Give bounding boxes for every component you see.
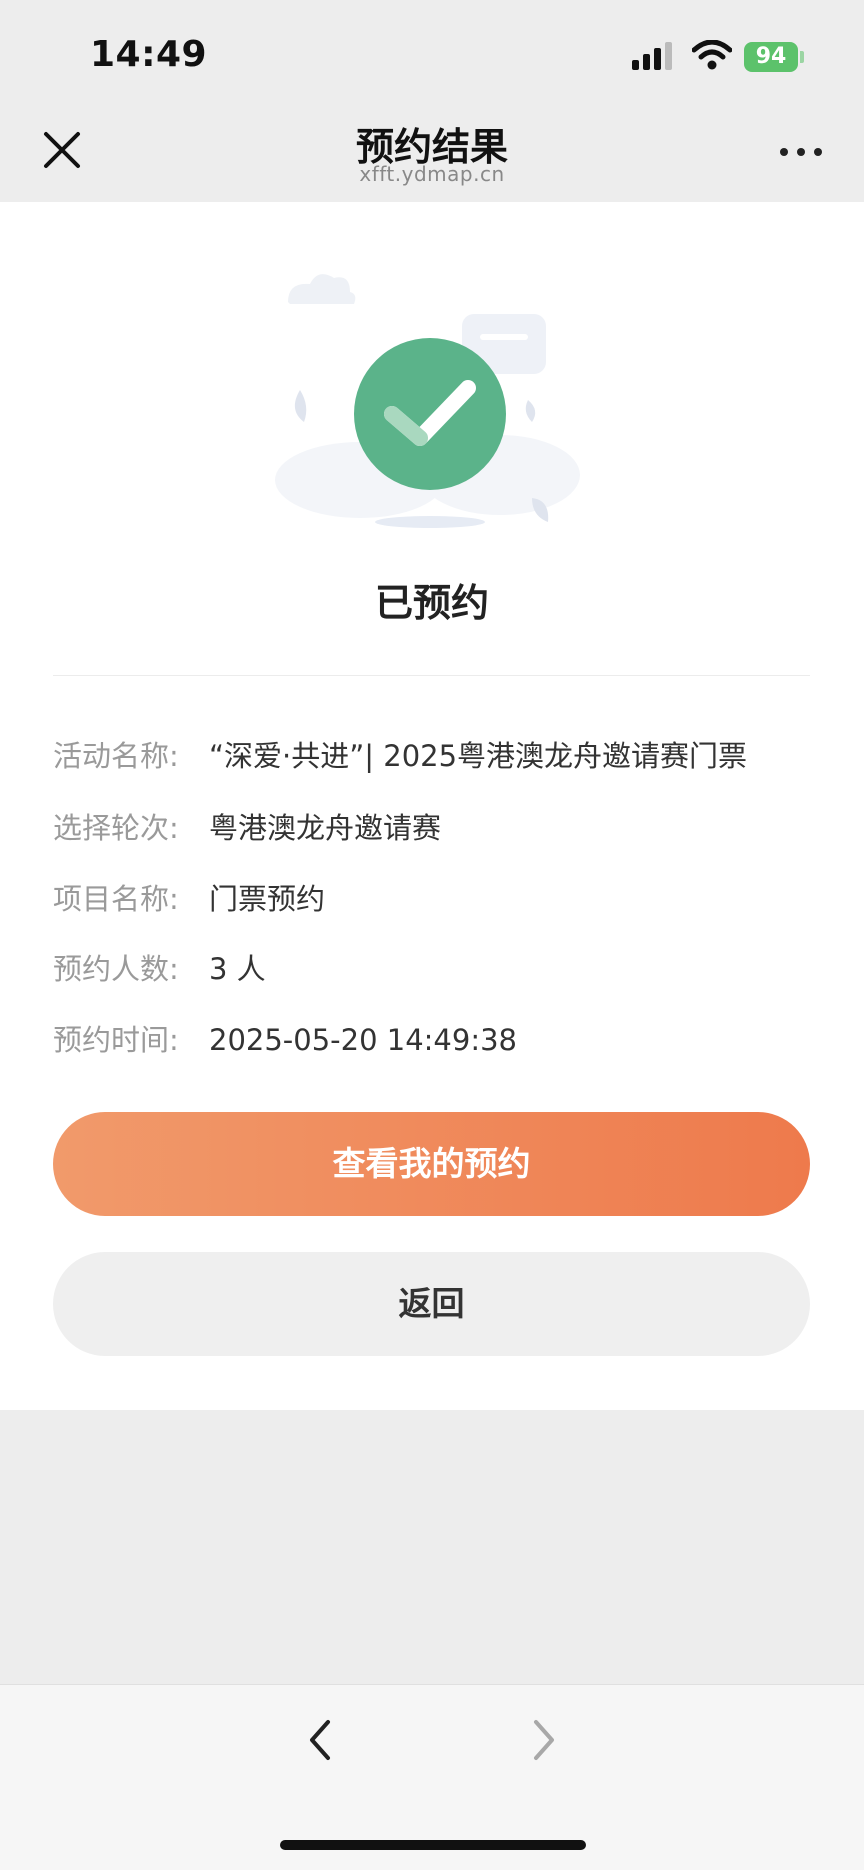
chevron-right-icon[interactable] [526, 1716, 562, 1764]
success-illustration-icon [275, 274, 580, 528]
detail-value: 3 人 [209, 952, 266, 986]
battery-cap [800, 51, 804, 63]
view-my-reservations-button[interactable]: 查看我的预约 [53, 1112, 810, 1216]
back-button[interactable]: 返回 [53, 1252, 810, 1356]
detail-label: 活动名称: [53, 739, 179, 773]
page-domain: xfft.ydmap.cn [359, 162, 505, 186]
battery-level: 94 [744, 42, 798, 72]
detail-label: 项目名称: [53, 882, 179, 916]
detail-label: 预约时间: [53, 1023, 179, 1057]
detail-row-round: 选择轮次: 粤港澳龙舟邀请赛 [53, 805, 441, 847]
reservation-status: 已预约 [374, 581, 489, 625]
detail-row-time: 预约时间: 2025-05-20 14:49:38 [53, 1017, 517, 1059]
detail-value: 门票预约 [209, 882, 326, 916]
battery-icon: 94 [744, 42, 804, 72]
chevron-left-icon[interactable] [302, 1716, 338, 1764]
detail-row-project: 项目名称: 门票预约 [53, 876, 325, 918]
wifi-icon [692, 40, 732, 70]
detail-row-count: 预约人数: 3 人 [53, 946, 266, 988]
detail-label: 选择轮次: [53, 811, 179, 845]
detail-label: 预约人数: [53, 952, 179, 986]
cellular-signal-icon [632, 42, 672, 70]
home-indicator[interactable] [280, 1840, 586, 1850]
detail-value: 粤港澳龙舟邀请赛 [209, 811, 442, 845]
detail-row-activity: 活动名称: “深爱·共进”| 2025粤港澳龙舟邀请赛门票 [53, 733, 747, 775]
more-options-icon[interactable] [776, 138, 826, 166]
detail-value: “深爱·共进”| 2025粤港澳龙舟邀请赛门票 [209, 739, 748, 773]
status-time: 14:49 [90, 34, 208, 75]
detail-value: 2025-05-20 14:49:38 [209, 1023, 517, 1057]
divider [53, 675, 810, 676]
